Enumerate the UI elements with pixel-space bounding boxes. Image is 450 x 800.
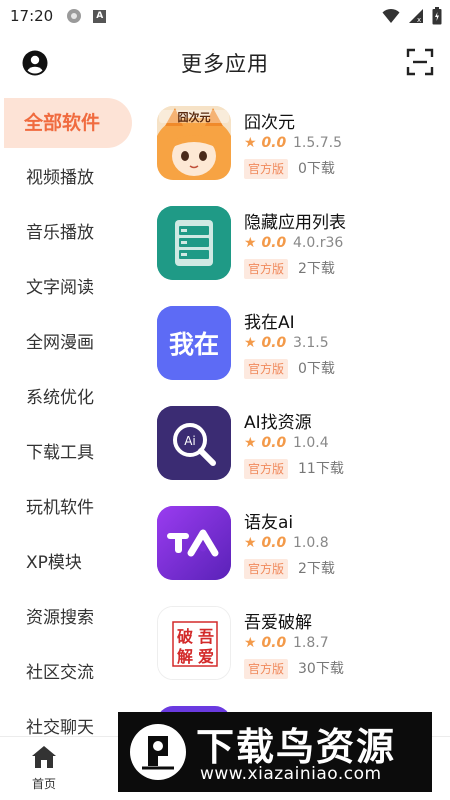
list-item[interactable]: 隐藏应用列表 ★ 0.0 4.0.r36 官方版 2下载 — [145, 196, 445, 286]
app-name: 隐藏应用列表 — [244, 213, 346, 233]
anime-girl-icon: 囧次元 — [157, 106, 231, 180]
official-badge: 官方版 — [244, 659, 289, 679]
svg-text:爱: 爱 — [198, 647, 214, 666]
official-badge: 官方版 — [244, 159, 289, 179]
official-badge: 官方版 — [244, 559, 289, 579]
app-version: 1.8.7 — [293, 635, 329, 651]
download-count: 11下载 — [298, 461, 344, 477]
bird-logo-icon — [130, 724, 186, 780]
app-version: 3.1.5 — [293, 335, 329, 351]
tab-home-label: 首页 — [31, 777, 56, 791]
app-rating: ★ 0.0 — [244, 535, 287, 551]
app-version: 1.5.7.5 — [293, 135, 342, 151]
yuyou-icon — [157, 506, 231, 580]
app-rating: ★ 0.0 — [244, 235, 287, 251]
category-video[interactable]: 视频播放 — [0, 153, 132, 203]
app-rating: ★ 0.0 — [244, 335, 287, 351]
star-icon: ★ — [244, 535, 257, 551]
watermark-url: www.xiazainiao.com — [200, 764, 382, 784]
list-item[interactable]: 囧次元 囧次元 ★ 0.0 1.5.7.5 官方版 0下载 — [145, 96, 445, 186]
app-list: 囧次元 囧次元 ★ 0.0 1.5.7.5 官方版 0下载 隐藏应用列表 ★ 0… — [145, 96, 450, 736]
star-icon: ★ — [244, 135, 257, 151]
page-title: 更多应用 — [181, 52, 269, 76]
star-icon: ★ — [244, 635, 257, 651]
category-social[interactable]: 社交聊天 — [0, 703, 132, 736]
download-count: 2下载 — [298, 261, 335, 277]
category-sidebar: 全部软件 视频播放 音乐播放 文字阅读 全网漫画 系统优化 下载工具 玩机软件 … — [0, 96, 135, 736]
app-rating: ★ 0.0 — [244, 135, 287, 151]
download-count: 0下载 — [298, 161, 335, 177]
app-icon-label: 我在 — [169, 330, 219, 359]
category-xp[interactable]: XP模块 — [0, 538, 132, 588]
official-badge: 官方版 — [244, 359, 289, 379]
download-count: 2下载 — [298, 561, 335, 577]
official-badge: 官方版 — [244, 459, 289, 479]
star-icon: ★ — [244, 435, 257, 451]
category-reading[interactable]: 文字阅读 — [0, 263, 132, 313]
app-rating: ★ 0.0 — [244, 635, 287, 651]
header: 更多应用 — [0, 40, 450, 86]
ai-search-icon: Ai — [157, 406, 231, 480]
home-icon — [32, 746, 56, 768]
watermark-title: 下载鸟资源 — [196, 725, 397, 769]
category-comics[interactable]: 全网漫画 — [0, 318, 132, 368]
category-search[interactable]: 资源搜索 — [0, 593, 132, 643]
app-name: 语友ai — [244, 513, 294, 533]
app-name: 囧次元 — [244, 113, 295, 133]
category-community[interactable]: 社区交流 — [0, 648, 132, 698]
category-all[interactable]: 全部软件 — [4, 98, 132, 148]
list-icon — [157, 206, 231, 280]
notification-icon — [67, 9, 82, 23]
star-icon: ★ — [244, 335, 257, 351]
category-download[interactable]: 下载工具 — [0, 428, 132, 478]
app-icon-label: Ai — [184, 434, 196, 448]
svg-text:x: x — [417, 16, 421, 24]
status-time: 17:20 — [10, 7, 54, 25]
watermark: 下载鸟资源 www.xiazainiao.com — [118, 712, 432, 792]
app-version: 1.0.4 — [293, 435, 329, 451]
app-rating: ★ 0.0 — [244, 435, 287, 451]
status-bar: 17:20 A x — [0, 0, 450, 32]
official-badge: 官方版 — [244, 259, 289, 279]
battery-icon — [432, 7, 442, 25]
svg-text:解: 解 — [177, 647, 193, 666]
download-count: 30下载 — [298, 661, 344, 677]
app-icon-label: 囧次元 — [178, 110, 211, 124]
category-music[interactable]: 音乐播放 — [0, 208, 132, 258]
app-version: 1.0.8 — [293, 535, 329, 551]
app-name: 我在AI — [244, 313, 295, 333]
scan-icon — [406, 48, 434, 76]
download-count: 0下载 — [298, 361, 335, 377]
scan-button[interactable] — [406, 48, 434, 76]
star-icon: ★ — [244, 235, 257, 251]
list-item[interactable]: 我在 我在AI ★ 0.0 3.1.5 官方版 0下载 — [145, 296, 445, 386]
woai-icon: 我在 — [157, 306, 231, 380]
app-name: AI找资源 — [244, 413, 312, 433]
status-icons: x — [382, 7, 442, 25]
app-name: 吾爱破解 — [244, 613, 312, 633]
list-item[interactable]: 破 吾 解 爱 吾爱破解 ★ 0.0 1.8.7 官方版 30下载 — [145, 596, 445, 686]
list-item[interactable]: 语友ai ★ 0.0 1.0.8 官方版 2下载 — [145, 496, 445, 586]
list-item[interactable]: Ai AI找资源 ★ 0.0 1.0.4 官方版 11下载 — [145, 396, 445, 486]
svg-text:破: 破 — [177, 627, 193, 646]
tab-home[interactable]: 首页 — [14, 745, 74, 795]
52pojie-icon: 破 吾 解 爱 — [157, 606, 231, 680]
signal-icon: x — [409, 9, 423, 24]
app-version: 4.0.r36 — [293, 235, 344, 251]
category-tools[interactable]: 玩机软件 — [0, 483, 132, 533]
app-notification-icon: A — [93, 9, 107, 23]
category-system[interactable]: 系统优化 — [0, 373, 132, 423]
svg-text:吾: 吾 — [198, 627, 214, 646]
wifi-icon — [382, 8, 400, 23]
